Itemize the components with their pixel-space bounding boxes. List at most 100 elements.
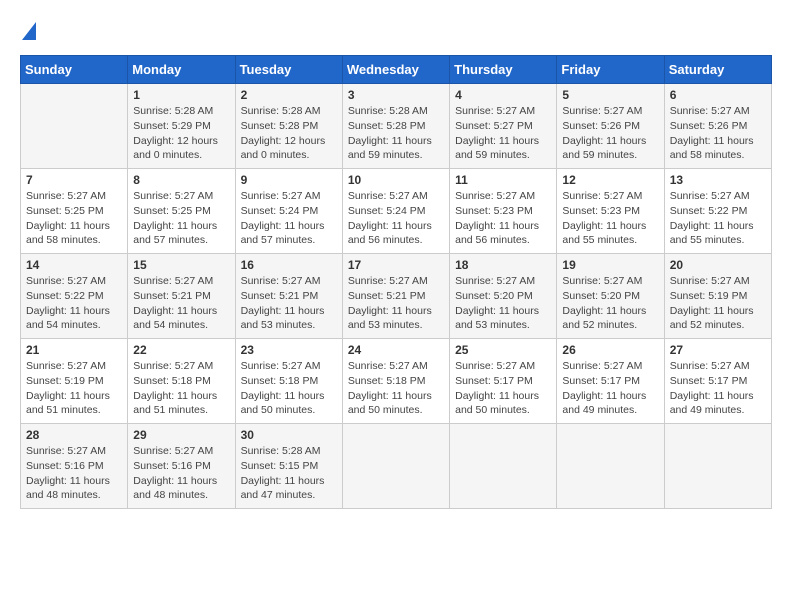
day-info: Sunrise: 5:27 AM Sunset: 5:18 PM Dayligh… <box>133 359 229 418</box>
day-info: Sunrise: 5:27 AM Sunset: 5:21 PM Dayligh… <box>133 274 229 333</box>
day-info: Sunrise: 5:27 AM Sunset: 5:17 PM Dayligh… <box>670 359 766 418</box>
day-number: 5 <box>562 88 658 102</box>
calendar-cell: 28 Sunrise: 5:27 AM Sunset: 5:16 PM Dayli… <box>21 424 128 509</box>
day-number: 11 <box>455 173 551 187</box>
day-info: Sunrise: 5:28 AM Sunset: 5:29 PM Dayligh… <box>133 104 229 163</box>
logo-arrow-icon <box>22 21 36 45</box>
calendar-cell: 17Sunrise: 5:27 AM Sunset: 5:21 PM Dayli… <box>342 254 449 339</box>
day-info: Sunrise: 5:27 AM Sunset: 5:23 PM Dayligh… <box>455 189 551 248</box>
day-number: 18 <box>455 258 551 272</box>
day-number: 14 <box>26 258 122 272</box>
day-info: Sunrise: 5:27 AM Sunset: 5:18 PM Dayligh… <box>348 359 444 418</box>
col-header-friday: Friday <box>557 56 664 84</box>
day-info: Sunrise: 5:27 AM Sunset: 5:22 PM Dayligh… <box>670 189 766 248</box>
col-header-tuesday: Tuesday <box>235 56 342 84</box>
day-number: 30 <box>241 428 337 442</box>
day-info: Sunrise: 5:27 AM Sunset: 5:17 PM Dayligh… <box>455 359 551 418</box>
calendar-week-row: 28 Sunrise: 5:27 AM Sunset: 5:16 PM Dayli… <box>21 424 772 509</box>
day-info: Sunrise: 5:27 AM Sunset: 5:20 PM Dayligh… <box>562 274 658 333</box>
day-info: Sunrise: 5:27 AM Sunset: 5:21 PM Dayligh… <box>348 274 444 333</box>
col-header-sunday: Sunday <box>21 56 128 84</box>
day-number: 6 <box>670 88 766 102</box>
day-info: Sunrise: 5:28 AM Sunset: 5:15 PM Dayligh… <box>241 444 337 503</box>
calendar-cell: 22 Sunrise: 5:27 AM Sunset: 5:18 PM Dayli… <box>128 339 235 424</box>
calendar-cell <box>450 424 557 509</box>
day-info: Sunrise: 5:27 AM Sunset: 5:19 PM Dayligh… <box>26 359 122 418</box>
day-number: 19 <box>562 258 658 272</box>
calendar-cell: 21 Sunrise: 5:27 AM Sunset: 5:19 PM Dayli… <box>21 339 128 424</box>
page-header <box>20 20 772 45</box>
day-info: Sunrise: 5:27 AM Sunset: 5:24 PM Dayligh… <box>348 189 444 248</box>
day-number: 10 <box>348 173 444 187</box>
day-number: 8 <box>133 173 229 187</box>
day-info: Sunrise: 5:27 AM Sunset: 5:20 PM Dayligh… <box>455 274 551 333</box>
calendar-cell: 1 Sunrise: 5:28 AM Sunset: 5:29 PM Daylig… <box>128 84 235 169</box>
calendar-week-row: 21 Sunrise: 5:27 AM Sunset: 5:19 PM Dayli… <box>21 339 772 424</box>
calendar-cell: 26Sunrise: 5:27 AM Sunset: 5:17 PM Dayli… <box>557 339 664 424</box>
calendar-cell: 8 Sunrise: 5:27 AM Sunset: 5:25 PM Daylig… <box>128 169 235 254</box>
day-number: 29 <box>133 428 229 442</box>
calendar-cell: 30 Sunrise: 5:28 AM Sunset: 5:15 PM Dayli… <box>235 424 342 509</box>
day-number: 21 <box>26 343 122 357</box>
day-number: 9 <box>241 173 337 187</box>
calendar-cell: 29 Sunrise: 5:27 AM Sunset: 5:16 PM Dayli… <box>128 424 235 509</box>
calendar-cell <box>664 424 771 509</box>
calendar-week-row: 1 Sunrise: 5:28 AM Sunset: 5:29 PM Daylig… <box>21 84 772 169</box>
day-info: Sunrise: 5:27 AM Sunset: 5:26 PM Dayligh… <box>562 104 658 163</box>
calendar-cell <box>21 84 128 169</box>
day-number: 7 <box>26 173 122 187</box>
calendar-cell <box>342 424 449 509</box>
day-number: 22 <box>133 343 229 357</box>
day-number: 26 <box>562 343 658 357</box>
day-info: Sunrise: 5:27 AM Sunset: 5:16 PM Dayligh… <box>26 444 122 503</box>
day-number: 25 <box>455 343 551 357</box>
day-info: Sunrise: 5:27 AM Sunset: 5:27 PM Dayligh… <box>455 104 551 163</box>
day-number: 1 <box>133 88 229 102</box>
col-header-saturday: Saturday <box>664 56 771 84</box>
day-info: Sunrise: 5:27 AM Sunset: 5:25 PM Dayligh… <box>133 189 229 248</box>
calendar-cell: 24 Sunrise: 5:27 AM Sunset: 5:18 PM Dayli… <box>342 339 449 424</box>
day-number: 4 <box>455 88 551 102</box>
day-info: Sunrise: 5:27 AM Sunset: 5:16 PM Dayligh… <box>133 444 229 503</box>
calendar-cell: 20 Sunrise: 5:27 AM Sunset: 5:19 PM Dayli… <box>664 254 771 339</box>
calendar-cell: 25 Sunrise: 5:27 AM Sunset: 5:17 PM Dayli… <box>450 339 557 424</box>
day-info: Sunrise: 5:27 AM Sunset: 5:26 PM Dayligh… <box>670 104 766 163</box>
day-number: 2 <box>241 88 337 102</box>
day-number: 20 <box>670 258 766 272</box>
calendar-cell: 4 Sunrise: 5:27 AM Sunset: 5:27 PM Daylig… <box>450 84 557 169</box>
logo <box>20 20 36 45</box>
day-number: 27 <box>670 343 766 357</box>
day-number: 13 <box>670 173 766 187</box>
calendar-cell: 6 Sunrise: 5:27 AM Sunset: 5:26 PM Daylig… <box>664 84 771 169</box>
calendar-cell: 23Sunrise: 5:27 AM Sunset: 5:18 PM Dayli… <box>235 339 342 424</box>
calendar-cell: 19 Sunrise: 5:27 AM Sunset: 5:20 PM Dayli… <box>557 254 664 339</box>
day-info: Sunrise: 5:27 AM Sunset: 5:22 PM Dayligh… <box>26 274 122 333</box>
day-info: Sunrise: 5:27 AM Sunset: 5:23 PM Dayligh… <box>562 189 658 248</box>
day-info: Sunrise: 5:27 AM Sunset: 5:21 PM Dayligh… <box>241 274 337 333</box>
day-info: Sunrise: 5:27 AM Sunset: 5:25 PM Dayligh… <box>26 189 122 248</box>
day-number: 24 <box>348 343 444 357</box>
calendar-header-row: SundayMondayTuesdayWednesdayThursdayFrid… <box>21 56 772 84</box>
day-info: Sunrise: 5:28 AM Sunset: 5:28 PM Dayligh… <box>348 104 444 163</box>
calendar-cell: 13 Sunrise: 5:27 AM Sunset: 5:22 PM Dayli… <box>664 169 771 254</box>
calendar-cell: 7 Sunrise: 5:27 AM Sunset: 5:25 PM Daylig… <box>21 169 128 254</box>
calendar-cell: 12 Sunrise: 5:27 AM Sunset: 5:23 PM Dayli… <box>557 169 664 254</box>
col-header-monday: Monday <box>128 56 235 84</box>
calendar-cell: 5 Sunrise: 5:27 AM Sunset: 5:26 PM Daylig… <box>557 84 664 169</box>
calendar-cell: 3 Sunrise: 5:28 AM Sunset: 5:28 PM Daylig… <box>342 84 449 169</box>
calendar-week-row: 14 Sunrise: 5:27 AM Sunset: 5:22 PM Dayli… <box>21 254 772 339</box>
day-number: 3 <box>348 88 444 102</box>
col-header-thursday: Thursday <box>450 56 557 84</box>
day-number: 12 <box>562 173 658 187</box>
calendar-cell: 11 Sunrise: 5:27 AM Sunset: 5:23 PM Dayli… <box>450 169 557 254</box>
day-info: Sunrise: 5:27 AM Sunset: 5:19 PM Dayligh… <box>670 274 766 333</box>
calendar-cell: 15Sunrise: 5:27 AM Sunset: 5:21 PM Dayli… <box>128 254 235 339</box>
day-info: Sunrise: 5:27 AM Sunset: 5:24 PM Dayligh… <box>241 189 337 248</box>
calendar-cell: 9 Sunrise: 5:27 AM Sunset: 5:24 PM Daylig… <box>235 169 342 254</box>
calendar-cell: 27 Sunrise: 5:27 AM Sunset: 5:17 PM Dayli… <box>664 339 771 424</box>
day-number: 28 <box>26 428 122 442</box>
calendar-cell: 2 Sunrise: 5:28 AM Sunset: 5:28 PM Daylig… <box>235 84 342 169</box>
day-info: Sunrise: 5:28 AM Sunset: 5:28 PM Dayligh… <box>241 104 337 163</box>
calendar-week-row: 7 Sunrise: 5:27 AM Sunset: 5:25 PM Daylig… <box>21 169 772 254</box>
calendar-cell: 14 Sunrise: 5:27 AM Sunset: 5:22 PM Dayli… <box>21 254 128 339</box>
